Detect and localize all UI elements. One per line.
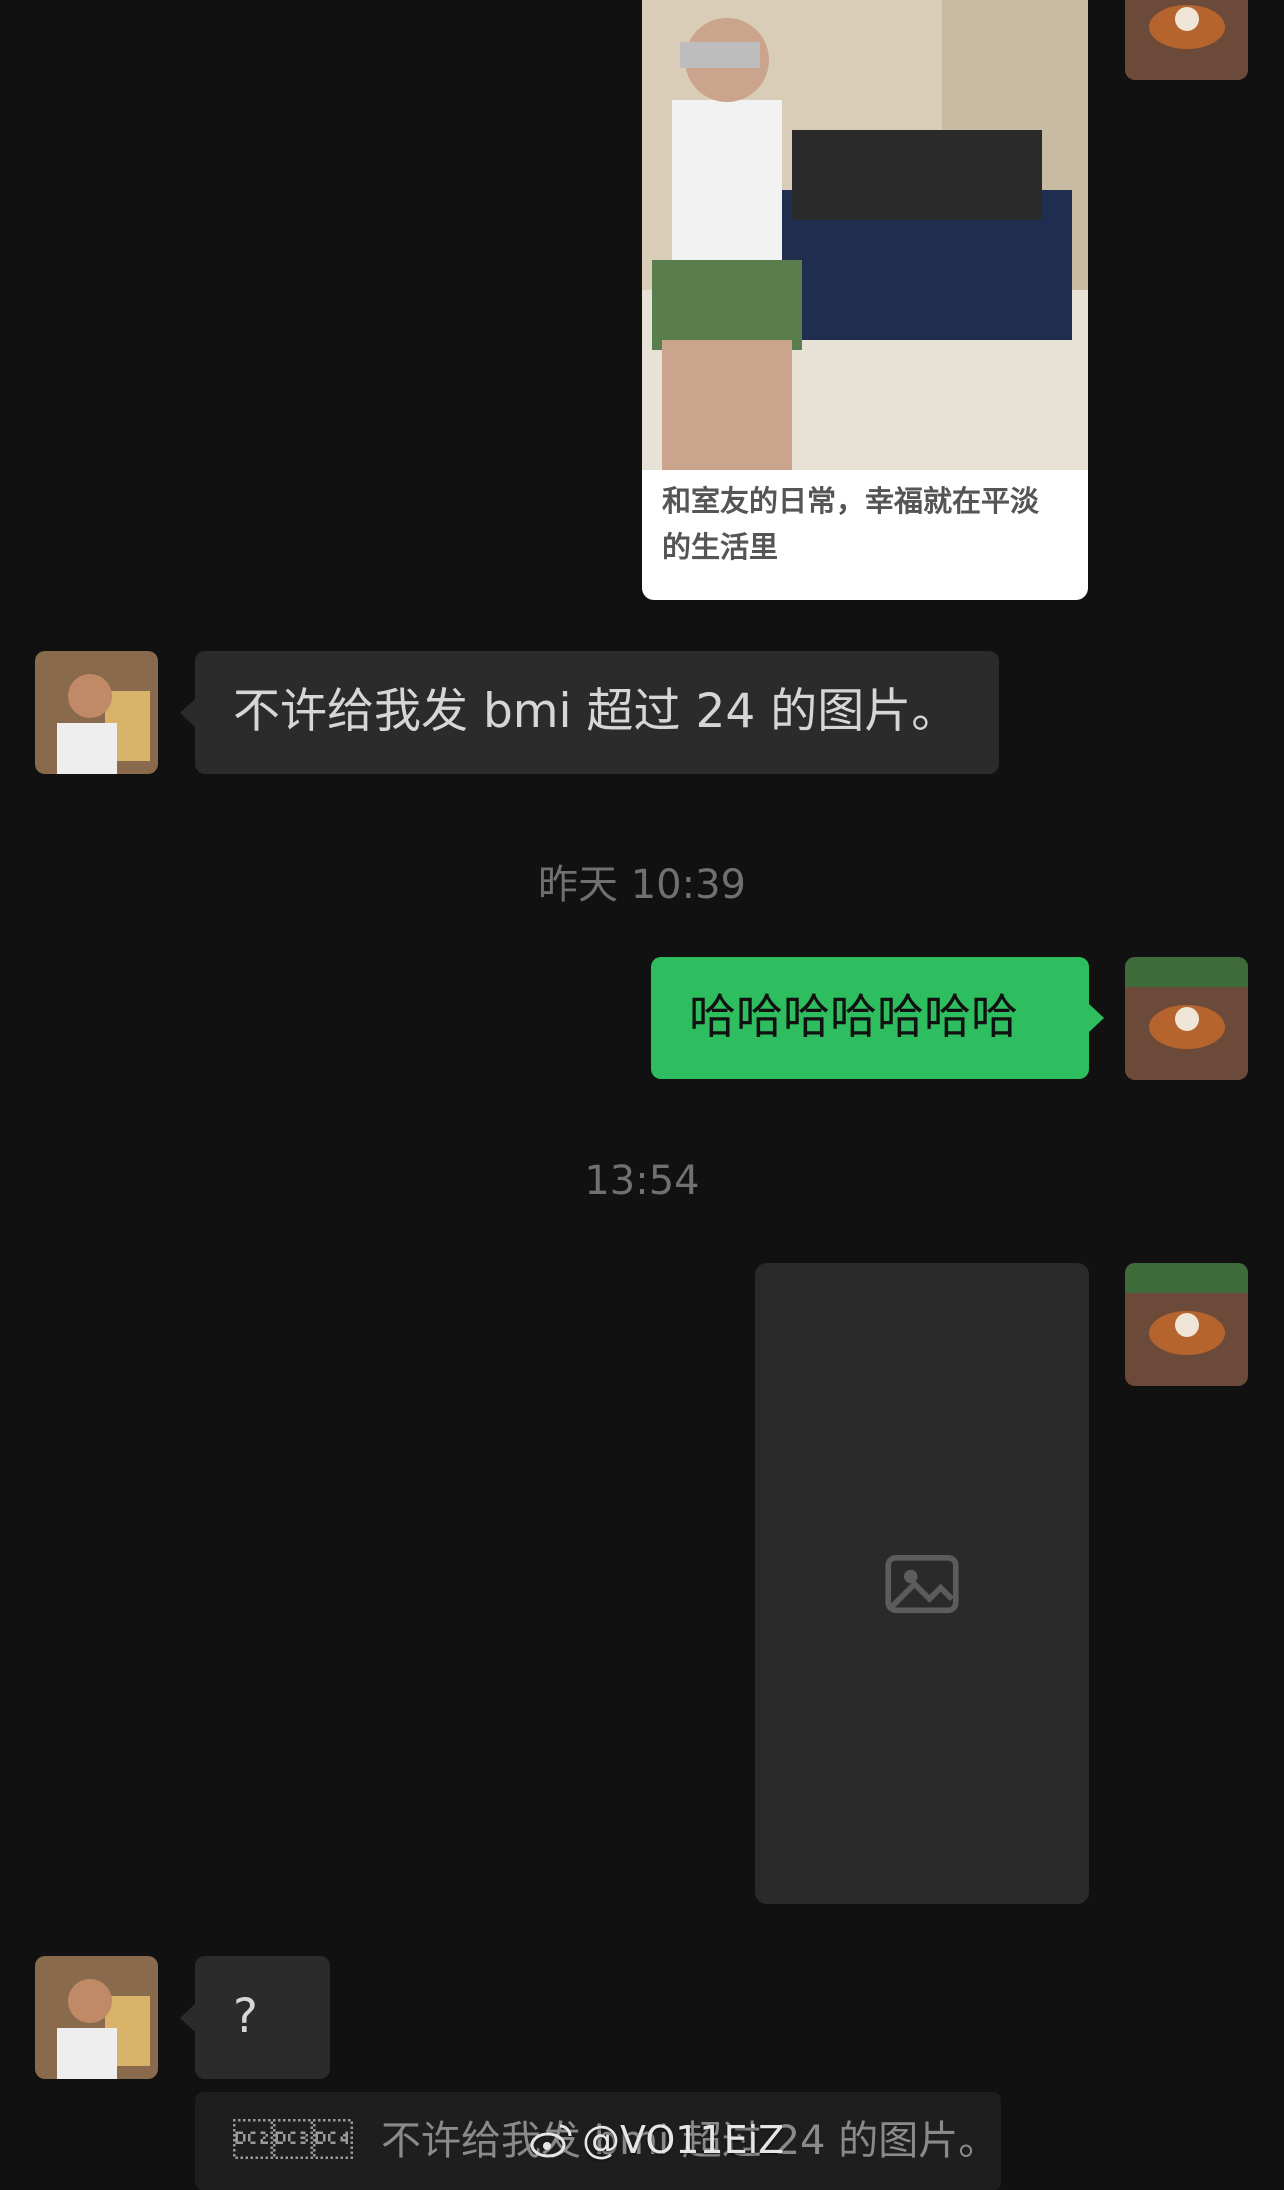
message-text: 哈哈哈哈哈哈哈 [689, 989, 1018, 1045]
message-text: ? [233, 1989, 258, 2045]
my-avatar[interactable] [1125, 0, 1248, 80]
message-bubble-incoming[interactable]: 不许给我发 bmi 超过 24 的图片。 [180, 651, 999, 774]
shared-photo-image [642, 0, 1088, 470]
weibo-icon [530, 2124, 572, 2158]
shared-photo-card[interactable]: 和室友的日常，幸福就在平淡的生活里 [642, 0, 1088, 600]
photo-message-placeholder[interactable] [755, 1263, 1089, 1904]
timestamp: 昨天 10:39 [538, 862, 746, 908]
watermark-handle: @VO11EiZ [582, 2118, 785, 2162]
watermark: @VO11EiZ [530, 2118, 784, 2162]
timestamp: 13:54 [584, 1158, 700, 1204]
my-avatar[interactable] [1125, 1263, 1248, 1386]
message-bubble-outgoing[interactable]: 哈哈哈哈哈哈哈 [651, 957, 1104, 1079]
message-bubble-incoming[interactable]: ? [180, 1956, 330, 2079]
my-avatar[interactable] [1125, 957, 1248, 1080]
shared-photo-caption: 和室友的日常，幸福就在平淡的生活里 [662, 484, 1040, 564]
message-text: 不许给我发 bmi 超过 24 的图片。 [233, 684, 959, 740]
quote-author:  [233, 2118, 353, 2164]
image-icon [885, 1554, 959, 1613]
contact-avatar[interactable] [35, 651, 158, 774]
contact-avatar[interactable] [35, 1956, 158, 2079]
